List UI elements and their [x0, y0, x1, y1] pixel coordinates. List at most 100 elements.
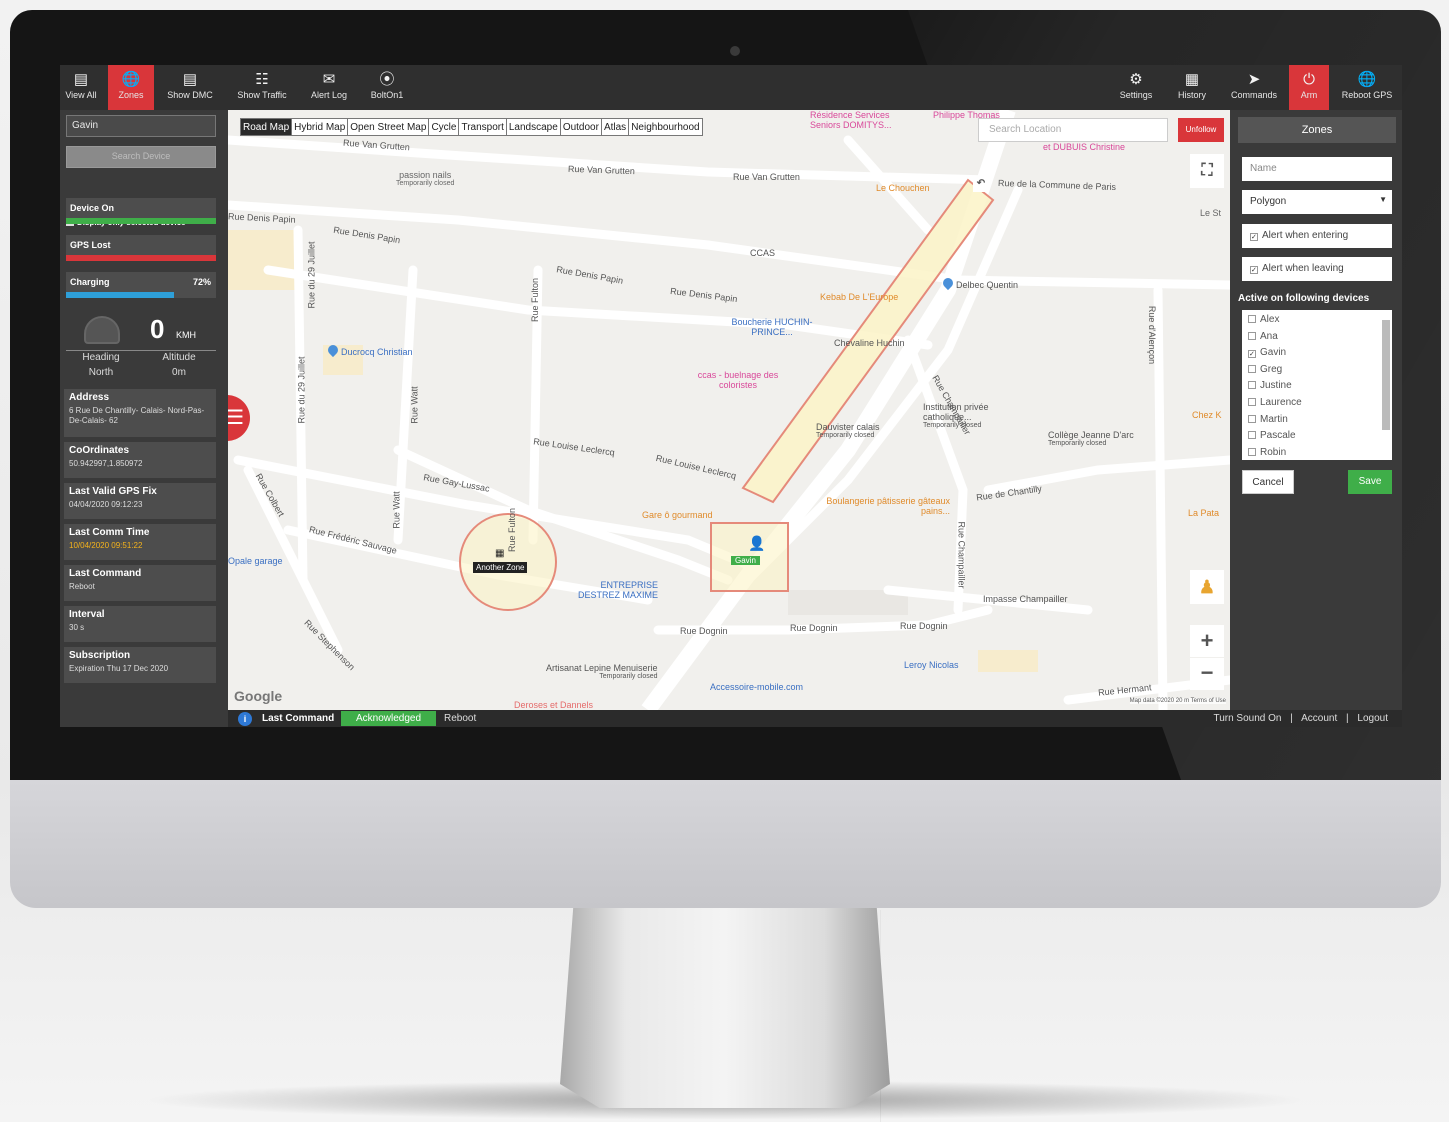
monitor-chin	[10, 780, 1441, 908]
last-command-value: Reboot	[444, 713, 477, 724]
undo-icon[interactable]: ↶	[973, 176, 989, 192]
map-type-outdoor[interactable]: Outdoor	[561, 119, 602, 135]
poi-entreprise-destrez[interactable]: ENTREPRISE DESTREZ MAXIME	[558, 580, 658, 600]
address-info: Address 6 Rue De Chantilly- Calais- Nord…	[64, 389, 216, 437]
device-option-gavin[interactable]: ✓ Gavin	[1248, 347, 1386, 364]
link-separator: |	[1346, 713, 1349, 724]
map-type-road[interactable]: Road Map	[241, 119, 293, 135]
power-icon: ⏻	[1303, 71, 1315, 88]
poi-chevaline-huchin[interactable]: Chevaline Huchin	[834, 338, 905, 348]
monitor-stand	[560, 908, 890, 1108]
map-type-cycle[interactable]: Cycle	[429, 119, 460, 135]
poi-college-jeanne-darc[interactable]: Collège Jeanne D'arc Temporarily closed	[1048, 430, 1134, 447]
poi-dubuis[interactable]: et DUBUIS Christine	[1043, 142, 1125, 152]
poi-gare-o-gourmand[interactable]: Gare ô gourmand	[642, 510, 713, 520]
poi-accessoire-mobile[interactable]: Accessoire-mobile.com	[710, 682, 803, 692]
device-select[interactable]: Gavin	[66, 115, 216, 137]
map-attribution[interactable]: Map data ©2020 20 m Terms of Use	[1129, 698, 1226, 704]
map-type-osm[interactable]: Open Street Map	[348, 119, 430, 135]
street-label: Rue Dognin	[790, 623, 838, 633]
street-label: Impasse Champailler	[983, 594, 1068, 604]
checkbox-checked-icon: ✓	[1250, 233, 1258, 241]
view-all-button[interactable]: ▤ View All	[60, 65, 102, 110]
turn-sound-on-link[interactable]: Turn Sound On	[1213, 713, 1281, 724]
save-button[interactable]: Save	[1348, 470, 1392, 494]
arm-button[interactable]: ⏻ Arm	[1289, 65, 1329, 110]
zoom-out-icon[interactable]: −	[1190, 658, 1224, 690]
bolton1-button[interactable]: ⦿ BoltOn1	[366, 65, 408, 110]
zoom-in-icon[interactable]: +	[1190, 625, 1224, 657]
subscription-info: Subscription Expiration Thu 17 Dec 2020	[64, 647, 216, 683]
poi-le-chouchen[interactable]: Le Chouchen	[876, 183, 930, 193]
poi-la-pata[interactable]: La Pata	[1188, 508, 1219, 518]
commands-button[interactable]: ➤ Commands	[1226, 65, 1282, 110]
poi-artisanat-lepine[interactable]: Artisanat Lepine Menuiserie Temporarily …	[546, 663, 658, 680]
show-dmc-button[interactable]: ▤ Show DMC	[162, 65, 218, 110]
map-type-transport[interactable]: Transport	[459, 119, 507, 135]
device-option-greg[interactable]: Greg	[1248, 364, 1386, 381]
logout-link[interactable]: Logout	[1357, 713, 1388, 724]
poi-kebab[interactable]: Kebab De L'Europe	[820, 292, 898, 302]
poi-deroses[interactable]: Deroses et Dannels	[514, 700, 593, 710]
zone-name-input[interactable]: Name	[1242, 157, 1392, 181]
search-location-input[interactable]: Search Location	[978, 118, 1168, 142]
map-type-selector: Road Map Hybrid Map Open Street Map Cycl…	[240, 118, 703, 136]
list-scrollbar[interactable]	[1382, 320, 1390, 430]
calendar-icon: ▦	[1184, 71, 1200, 88]
poi-leroy-nicolas[interactable]: Leroy Nicolas	[904, 660, 959, 670]
device-option-robin[interactable]: Robin	[1248, 447, 1386, 460]
device-marker-label[interactable]: Gavin	[731, 556, 760, 565]
traffic-light-icon: ☷	[255, 71, 269, 88]
checkbox-icon	[1248, 331, 1256, 340]
alert-log-button[interactable]: ✉ Alert Log	[306, 65, 352, 110]
device-option-pascale[interactable]: Pascale	[1248, 430, 1386, 447]
poi-institution[interactable]: Institution privée catholique... Tempora…	[923, 402, 1023, 429]
alert-entering-checkbox[interactable]: ✓ Alert when entering	[1242, 224, 1392, 248]
show-traffic-button[interactable]: ☷ Show Traffic	[232, 65, 292, 110]
poi-opale-garage[interactable]: Opale garage	[228, 556, 283, 566]
alert-leaving-checkbox[interactable]: ✓ Alert when leaving	[1242, 257, 1392, 281]
street-label: Rue Fulton	[530, 277, 541, 323]
fullscreen-icon[interactable]: ⛶	[1190, 154, 1224, 188]
bolt-icon: ⦿	[379, 71, 395, 88]
poi-residence-domitys[interactable]: Résidence Services Seniors DOMITYS...	[810, 110, 910, 130]
zone-shape-select[interactable]: Polygon ▼	[1242, 190, 1392, 214]
poi-passion-nails[interactable]: passion nails Temporarily closed	[396, 170, 454, 187]
altitude-display: Altitude 0m	[162, 352, 196, 378]
zone-marker-icon[interactable]: ▦	[495, 548, 504, 559]
settings-button[interactable]: ⚙ Settings	[1116, 65, 1156, 110]
poi-le-st[interactable]: Le St	[1200, 208, 1221, 218]
device-option-ana[interactable]: Ana	[1248, 331, 1386, 348]
device-on-status: Device On	[66, 198, 216, 224]
poi-ccas[interactable]: CCAS	[750, 248, 775, 258]
checkbox-icon	[1248, 315, 1256, 323]
device-option-laurence[interactable]: Laurence	[1248, 397, 1386, 414]
person-icon[interactable]: 👤	[748, 535, 765, 552]
poi-dauvister[interactable]: Dauvister calais Temporarily closed	[816, 422, 880, 439]
device-option-alex[interactable]: Alex	[1248, 314, 1386, 331]
street-view-icon[interactable]: ♟	[1190, 570, 1224, 604]
map-type-landscape[interactable]: Landscape	[507, 119, 561, 135]
map-roads	[228, 110, 1230, 710]
globe-icon: 🌐	[1357, 71, 1377, 88]
device-option-justine[interactable]: Justine	[1248, 380, 1386, 397]
device-option-martin[interactable]: Martin	[1248, 414, 1386, 431]
unfollow-button[interactable]: Unfollow	[1178, 118, 1224, 142]
account-link[interactable]: Account	[1301, 713, 1337, 724]
cancel-button[interactable]: Cancel	[1242, 470, 1294, 494]
search-device-input[interactable]: Search Device	[66, 146, 216, 168]
map-type-hybrid[interactable]: Hybrid Map	[292, 119, 349, 135]
reboot-gps-button[interactable]: 🌐 Reboot GPS	[1338, 65, 1396, 110]
history-button[interactable]: ▦ History	[1172, 65, 1212, 110]
checkbox-icon	[1248, 414, 1256, 423]
zones-button[interactable]: 🌐 Zones	[108, 65, 154, 110]
poi-chez-k[interactable]: Chez K	[1192, 410, 1222, 420]
poi-ducrocq-christian[interactable]: Ducrocq Christian	[325, 342, 413, 358]
poi-ccas-coloristes[interactable]: ccas - buelnage des coloristes	[683, 370, 793, 390]
map-type-atlas[interactable]: Atlas	[602, 119, 630, 135]
poi-boulangerie[interactable]: Boulangerie pâtisserie gâteaux pains...	[820, 496, 950, 516]
map-type-neighbourhood[interactable]: Neighbourhood	[629, 119, 701, 135]
map-view[interactable]: Rue Van Grutten Rue Van Grutten Rue Van …	[228, 110, 1230, 710]
poi-boucherie[interactable]: Boucherie HUCHIN-PRINCE...	[722, 317, 822, 337]
poi-delbec-quentin[interactable]: Delbec Quentin	[940, 275, 1018, 291]
